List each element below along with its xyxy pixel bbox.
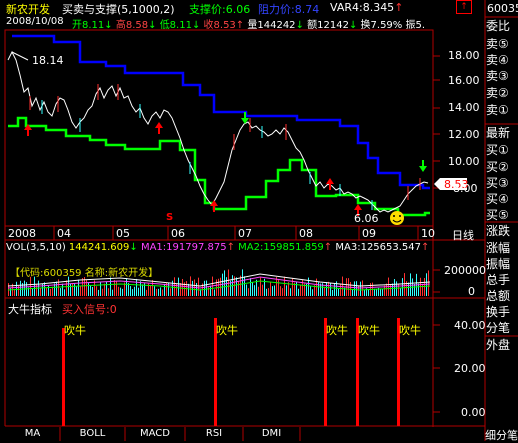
- sidebar-item-buy4[interactable]: 买④: [486, 192, 518, 207]
- sidebar-item-change[interactable]: 涨跌: [486, 224, 518, 239]
- sidebar-item-outer-volume[interactable]: 外盘: [486, 338, 518, 353]
- sidebar-item-amplitude[interactable]: 振幅: [486, 257, 518, 272]
- indicator-y-tick-40: 40.00: [454, 319, 486, 332]
- bar-label-4: 吹牛: [358, 324, 380, 337]
- sidebar-item-latest[interactable]: 最新: [486, 126, 518, 141]
- tab-macd[interactable]: MACD: [125, 427, 185, 441]
- tab-ma[interactable]: MA: [5, 427, 60, 441]
- signal-bar: [62, 328, 65, 426]
- tab-dmi[interactable]: DMI: [243, 427, 300, 441]
- sidebar-item-total-amount[interactable]: 总额: [486, 289, 518, 304]
- sidebar-item-buy3[interactable]: 买③: [486, 176, 518, 191]
- sidebar-item-weibi[interactable]: 委比: [486, 19, 518, 34]
- sidebar-item-turnover[interactable]: 换手: [486, 305, 518, 320]
- sidebar-item-buy5[interactable]: 买⑤: [486, 208, 518, 223]
- indicator-y-tick-20: 20.00: [454, 362, 486, 375]
- sidebar-item-sell3[interactable]: 卖③: [486, 69, 518, 84]
- bar-label-3: 吹牛: [326, 324, 348, 337]
- indicator-chart: [62, 318, 440, 426]
- sidebar-item-sell4[interactable]: 卖④: [486, 53, 518, 68]
- bar-label-2: 吹牛: [216, 324, 238, 337]
- bar-label-1: 吹牛: [64, 324, 86, 337]
- tab-boll[interactable]: BOLL: [60, 427, 125, 441]
- sidebar-item-sell1[interactable]: 卖①: [486, 103, 518, 118]
- tab-rsi[interactable]: RSI: [185, 427, 243, 441]
- sidebar-stock-code: 60035: [487, 2, 518, 15]
- sidebar-item-buy2[interactable]: 买②: [486, 160, 518, 175]
- sidebar-item-ticks[interactable]: 分笔: [486, 321, 518, 336]
- sidebar-item-change-pct[interactable]: 涨幅: [486, 241, 518, 256]
- sidebar-item-buy1[interactable]: 买①: [486, 143, 518, 158]
- indicator-y-tick-0: 0.00: [461, 406, 486, 419]
- sidebar-item-sell5[interactable]: 卖⑤: [486, 37, 518, 52]
- bar-label-5: 吹牛: [399, 324, 421, 337]
- sidebar-item-sell2[interactable]: 卖②: [486, 86, 518, 101]
- sidebar-item-total-volume[interactable]: 总手: [486, 273, 518, 288]
